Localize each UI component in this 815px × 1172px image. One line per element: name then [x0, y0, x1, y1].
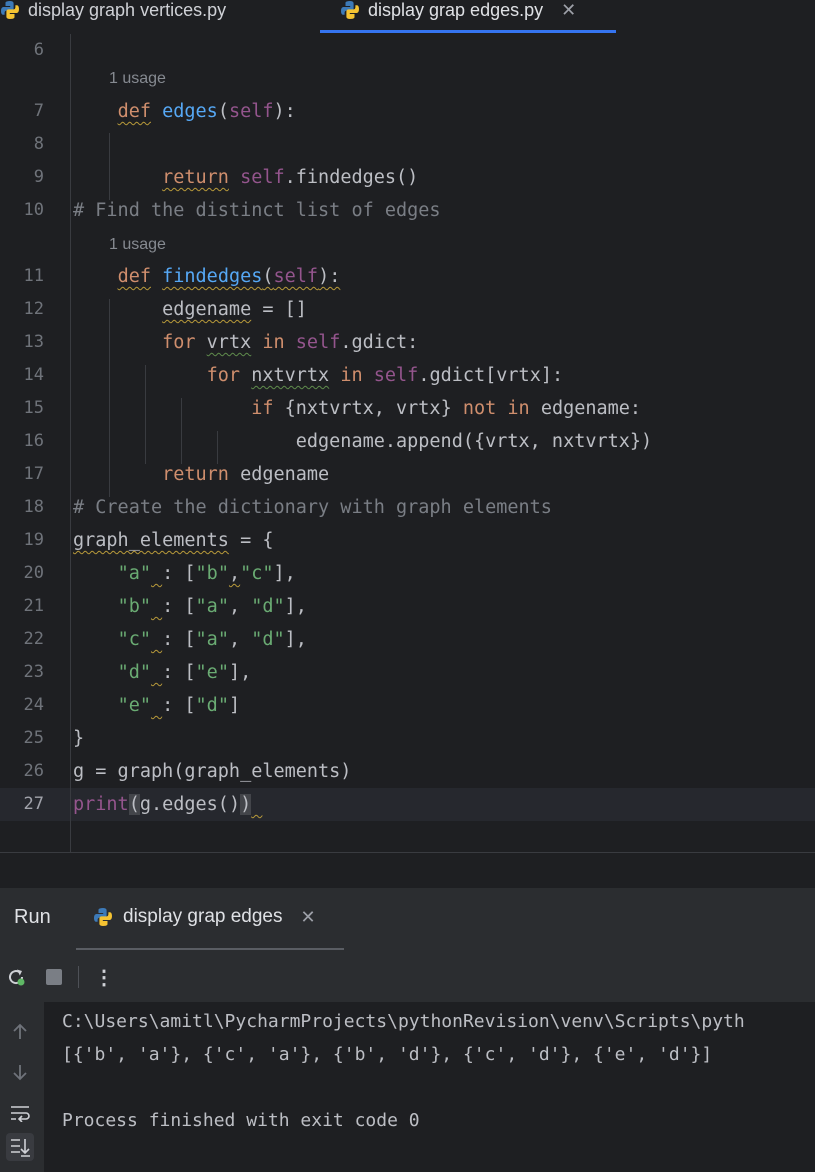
gutter-separator: [70, 34, 71, 852]
code-line: 17 return edgename: [0, 458, 815, 491]
line-number: 16: [23, 431, 44, 451]
editor-bottom-gap: [0, 853, 815, 887]
code-line: 10 # Find the distinct list of edges: [0, 194, 815, 227]
code-line: 21 "b" : ["a", "d"],: [0, 590, 815, 623]
code-line-current: 27 print(g.edges()): [0, 788, 815, 821]
python-file-icon: [94, 908, 112, 926]
code-text: edgename = []: [162, 299, 307, 320]
code-line: 14 for nxtvrtx in self.gdict[vrtx]:: [0, 359, 815, 392]
code-line: 11 def findedges(self):: [0, 260, 815, 293]
tab-label: display graph vertices.py: [28, 0, 227, 20]
close-icon[interactable]: ✕: [301, 907, 316, 928]
console-line: Process finished with exit code 0: [62, 1110, 420, 1131]
run-panel: Run display grap edges ✕ ⋮ C:\Users\amit…: [0, 887, 815, 1172]
line-number: 15: [23, 398, 44, 418]
code-line: 18 # Create the dictionary with graph el…: [0, 491, 815, 524]
usage-hint[interactable]: 1 usage: [109, 62, 166, 95]
code-text: return edgename: [162, 464, 330, 485]
code-line: 22 "c" : ["a", "d"],: [0, 623, 815, 656]
active-tab-indicator: [320, 30, 616, 33]
code-text: "b" : ["a", "d"],: [117, 596, 307, 617]
code-comment: # Create the dictionary with graph eleme…: [73, 497, 552, 518]
rerun-icon[interactable]: [4, 965, 28, 989]
code-text: "e" : ["d"]: [117, 695, 241, 716]
code-line: 1 usage: [0, 228, 815, 261]
line-number: 13: [23, 332, 44, 352]
line-number: 11: [23, 266, 44, 286]
run-tab-label: display grap edges: [123, 906, 283, 927]
line-number: 26: [23, 761, 44, 781]
code-line: 16 edgename.append({vrtx, nxtvrtx}): [0, 425, 815, 458]
more-icon[interactable]: ⋮: [92, 965, 116, 989]
tab-display-graph-vertices[interactable]: display graph vertices.py: [0, 0, 226, 27]
code-text: def edges(self):: [117, 101, 296, 122]
soft-wrap-icon[interactable]: [6, 1099, 34, 1127]
code-line: 26 g = graph(graph_elements): [0, 755, 815, 788]
code-text: "a" : ["b","c"],: [117, 563, 296, 584]
line-number: 22: [23, 629, 44, 649]
line-number: 21: [23, 596, 44, 616]
code-text: g = graph(graph_elements): [73, 761, 352, 782]
code-text: graph_elements = {: [73, 530, 274, 551]
line-number: 27: [23, 794, 44, 814]
code-line: 20 "a" : ["b","c"],: [0, 557, 815, 590]
tab-label: display grap edges.py: [368, 0, 544, 20]
code-text: print(g.edges()): [73, 794, 252, 815]
run-tab-indicator: [76, 948, 344, 950]
python-file-icon: [1, 1, 19, 19]
toolbar-separator: [78, 966, 79, 988]
code-text: return self.findedges(): [162, 167, 419, 188]
line-number: 20: [23, 563, 44, 583]
code-line: 25 }: [0, 722, 815, 755]
code-line: 8: [0, 128, 815, 161]
code-line: 12 edgename = []: [0, 293, 815, 326]
code-text: def findedges(self):: [117, 266, 341, 287]
line-number: 10: [23, 200, 44, 220]
console-line: C:\Users\amitl\PycharmProjects\pythonRev…: [62, 1011, 745, 1032]
code-text: for nxtvrtx in self.gdict[vrtx]:: [206, 365, 564, 386]
code-line: 1 usage: [0, 62, 815, 95]
tab-display-grap-edges[interactable]: display grap edges.py ✕: [340, 0, 576, 27]
code-text: "c" : ["a", "d"],: [117, 629, 307, 650]
up-arrow-icon[interactable]: [6, 1018, 34, 1046]
scroll-to-end-icon[interactable]: [6, 1133, 34, 1161]
code-text: if {nxtvrtx, vrtx} not in edgename:: [251, 398, 642, 419]
code-text: for vrtx in self.gdict:: [162, 332, 419, 353]
line-number: 23: [23, 662, 44, 682]
line-number: 9: [33, 167, 44, 187]
python-file-icon: [341, 1, 359, 19]
line-number: 7: [33, 101, 44, 121]
usage-hint[interactable]: 1 usage: [109, 228, 166, 261]
line-number: 14: [23, 365, 44, 385]
code-editor[interactable]: 6 1 usage 7 def edges(self): 8 9 return …: [0, 34, 815, 852]
code-line: 15 if {nxtvrtx, vrtx} not in edgename:: [0, 392, 815, 425]
line-number: 24: [23, 695, 44, 715]
code-line: 19 graph_elements = {: [0, 524, 815, 557]
code-line: 9 return self.findedges(): [0, 161, 815, 194]
line-number: 17: [23, 464, 44, 484]
code-text: edgename.append({vrtx, nxtvrtx}): [73, 431, 653, 452]
line-number: 19: [23, 530, 44, 550]
line-number: 18: [23, 497, 44, 517]
editor-tab-bar: display graph vertices.py display grap e…: [0, 0, 815, 34]
code-line: 23 "d" : ["e"],: [0, 656, 815, 689]
console-output[interactable]: C:\Users\amitl\PycharmProjects\pythonRev…: [44, 1002, 815, 1172]
code-text: }: [73, 728, 85, 749]
line-number: 8: [33, 134, 44, 154]
code-text: "d" : ["e"],: [117, 662, 252, 683]
down-arrow-icon[interactable]: [6, 1058, 34, 1086]
code-line: 13 for vrtx in self.gdict:: [0, 326, 815, 359]
run-config-tab[interactable]: display grap edges ✕: [93, 906, 316, 928]
run-panel-title: Run: [14, 906, 51, 928]
code-line: 7 def edges(self):: [0, 95, 815, 128]
code-comment: # Find the distinct list of edges: [73, 200, 441, 221]
stop-icon[interactable]: [42, 965, 66, 989]
code-line: 24 "e" : ["d"]: [0, 689, 815, 722]
close-icon[interactable]: ✕: [561, 0, 576, 21]
console-line: [{'b', 'a'}, {'c', 'a'}, {'b', 'd'}, {'c…: [62, 1044, 713, 1065]
line-number: 25: [23, 728, 44, 748]
line-number: 12: [23, 299, 44, 319]
